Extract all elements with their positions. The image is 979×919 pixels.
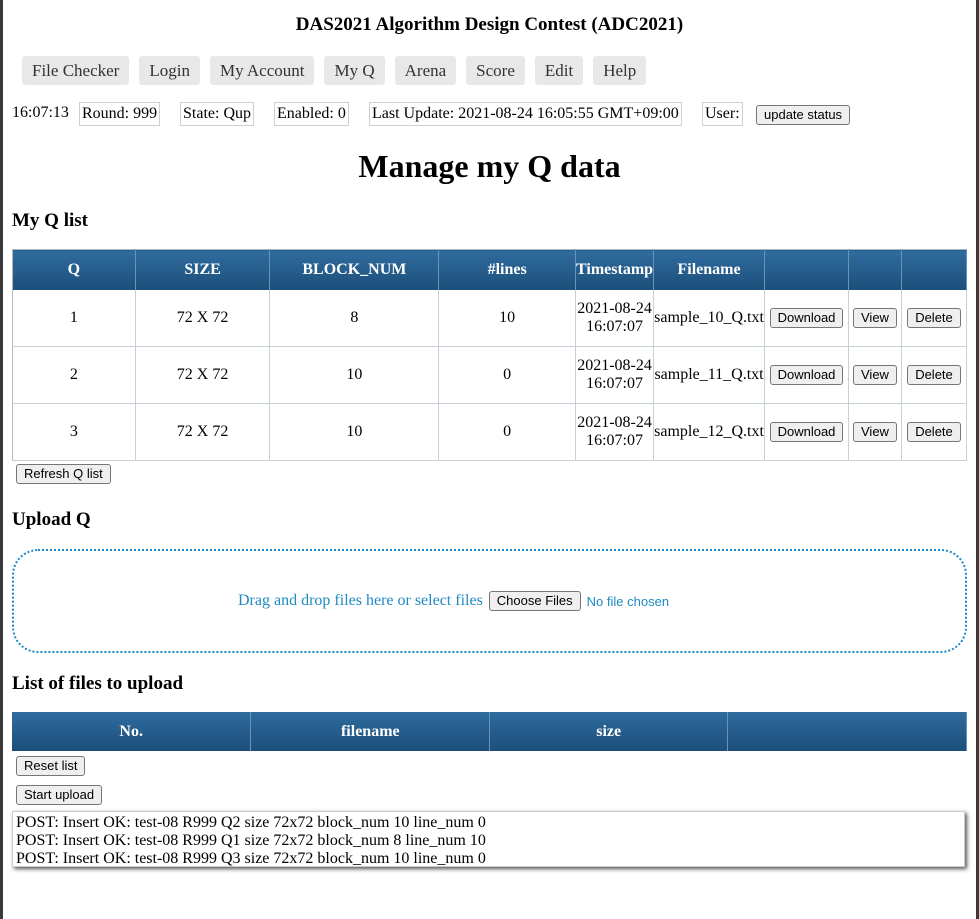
upload-log: POST: Insert OK: test-08 R999 Q2 size 72… — [12, 811, 965, 867]
timestamp-time: 16:07:07 — [586, 432, 643, 449]
table-row: 1 72 X 72 8 10 2021-08-24 16:07:07 sample… — [12, 290, 968, 347]
cell-filename: sample_11_Q.txt — [653, 346, 766, 404]
cell-lines: 0 — [438, 346, 576, 404]
column-header-size: SIZE — [135, 249, 271, 290]
cell-lines: 0 — [438, 403, 576, 461]
table-row: 2 72 X 72 10 0 2021-08-24 16:07:07 sample… — [12, 346, 968, 404]
status-last-update: Last Update: 2021-08-24 16:05:55 GMT+09:… — [369, 102, 682, 126]
table-header-row: No. filename size — [12, 712, 967, 751]
q-list-heading: My Q list — [12, 210, 88, 231]
nav-bar: File Checker Login My Account My Q Arena… — [22, 56, 647, 85]
cell-block-num: 10 — [269, 403, 440, 461]
timestamp-date: 2021-08-24 — [577, 300, 652, 317]
column-header-q: Q — [12, 249, 136, 290]
cell-download: Download — [764, 290, 849, 347]
column-header-download — [764, 249, 849, 290]
choose-files-button[interactable]: Choose Files — [488, 591, 581, 611]
column-header-filename: filename — [250, 712, 491, 751]
nav-my-account[interactable]: My Account — [209, 56, 315, 85]
cell-timestamp: 2021-08-24 16:07:07 — [575, 403, 655, 461]
column-header-empty — [727, 712, 967, 751]
q-list-table: Q SIZE BLOCK_NUM #lines Timestamp Filena… — [12, 249, 968, 461]
view-button[interactable]: View — [853, 422, 897, 442]
view-button[interactable]: View — [853, 365, 897, 385]
cell-size: 72 X 72 — [135, 403, 271, 461]
cell-delete: Delete — [901, 290, 968, 347]
main-heading: Manage my Q data — [358, 148, 621, 184]
log-line: POST: Insert OK: test-08 R999 Q1 size 72… — [16, 832, 486, 849]
cell-q: 2 — [12, 346, 136, 404]
status-round: Round: 999 — [79, 102, 161, 126]
column-header-block-num: BLOCK_NUM — [269, 249, 440, 290]
log-line: POST: Insert OK: test-08 R999 Q3 size 72… — [16, 850, 486, 867]
cell-view: View — [848, 290, 902, 347]
nav-login[interactable]: Login — [139, 56, 200, 85]
nav-my-q[interactable]: My Q — [324, 56, 385, 85]
table-row: 3 72 X 72 10 0 2021-08-24 16:07:07 sample… — [12, 403, 968, 461]
column-header-delete — [901, 249, 968, 290]
files-to-upload-heading: List of files to upload — [12, 673, 184, 694]
nav-file-checker[interactable]: File Checker — [22, 56, 130, 85]
table-header-row: Q SIZE BLOCK_NUM #lines Timestamp Filena… — [12, 249, 968, 290]
delete-button[interactable]: Delete — [907, 308, 961, 328]
column-header-view — [848, 249, 902, 290]
cell-view: View — [848, 346, 902, 404]
nav-arena[interactable]: Arena — [394, 56, 457, 85]
cell-filename: sample_10_Q.txt — [653, 290, 766, 347]
file-drop-zone[interactable]: Drag and drop files here or select files… — [12, 549, 967, 653]
status-enabled: Enabled: 0 — [274, 102, 349, 126]
cell-timestamp: 2021-08-24 16:07:07 — [575, 290, 655, 347]
nav-edit[interactable]: Edit — [534, 56, 584, 85]
column-header-filename: Filename — [653, 249, 766, 290]
cell-filename: sample_12_Q.txt — [653, 403, 766, 461]
download-button[interactable]: Download — [769, 422, 844, 442]
cell-view: View — [848, 403, 902, 461]
status-time: 16:07:13 — [12, 104, 69, 121]
cell-timestamp: 2021-08-24 16:07:07 — [575, 346, 655, 404]
cell-lines: 10 — [438, 290, 576, 347]
download-button[interactable]: Download — [769, 308, 844, 328]
start-upload-button[interactable]: Start upload — [16, 785, 103, 805]
page-title: DAS2021 Algorithm Design Contest (ADC202… — [295, 14, 684, 35]
delete-button[interactable]: Delete — [907, 422, 961, 442]
column-header-size: size — [489, 712, 729, 751]
cell-download: Download — [764, 403, 849, 461]
delete-button[interactable]: Delete — [907, 365, 961, 385]
column-header-lines: #lines — [438, 249, 576, 290]
timestamp-time: 16:07:07 — [586, 375, 643, 392]
cell-q: 3 — [12, 403, 136, 461]
cell-block-num: 8 — [269, 290, 440, 347]
cell-size: 72 X 72 — [135, 290, 271, 347]
drop-zone-text: Drag and drop files here or select files — [238, 592, 483, 609]
timestamp-date: 2021-08-24 — [577, 414, 652, 431]
update-status-button[interactable]: update status — [756, 105, 851, 125]
timestamp-time: 16:07:07 — [586, 318, 643, 335]
column-header-timestamp: Timestamp — [575, 249, 655, 290]
cell-delete: Delete — [901, 346, 968, 404]
reset-list-button[interactable]: Reset list — [16, 756, 86, 776]
nav-help[interactable]: Help — [593, 56, 647, 85]
window-frame-left — [0, 0, 3, 919]
timestamp-date: 2021-08-24 — [577, 357, 652, 374]
status-user: User: — [702, 102, 743, 126]
view-button[interactable]: View — [853, 308, 897, 328]
cell-size: 72 X 72 — [135, 346, 271, 404]
cell-q: 1 — [12, 290, 136, 347]
upload-file-list-table: No. filename size — [12, 712, 967, 751]
status-state: State: Qup — [180, 102, 254, 126]
download-button[interactable]: Download — [769, 365, 844, 385]
cell-download: Download — [764, 346, 849, 404]
cell-delete: Delete — [901, 403, 968, 461]
nav-score[interactable]: Score — [466, 56, 525, 85]
refresh-q-list-button[interactable]: Refresh Q list — [16, 464, 111, 484]
upload-q-heading: Upload Q — [12, 509, 91, 530]
no-file-chosen-text: No file chosen — [586, 593, 670, 609]
cell-block-num: 10 — [269, 346, 440, 404]
column-header-no: No. — [12, 712, 252, 751]
log-line: POST: Insert OK: test-08 R999 Q2 size 72… — [16, 814, 486, 831]
